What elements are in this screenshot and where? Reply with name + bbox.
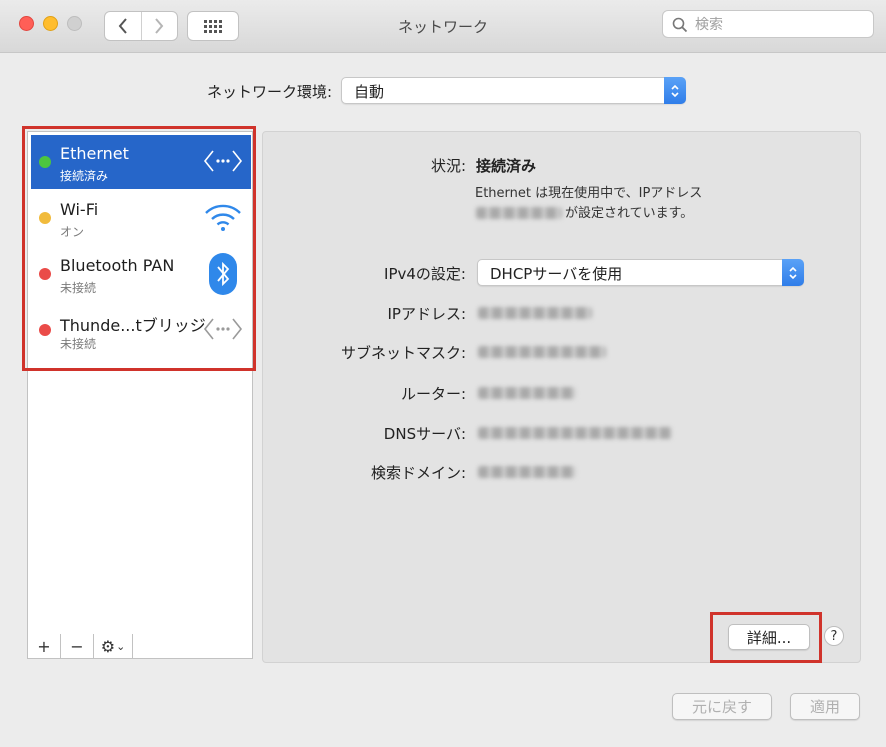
status-dot-icon (39, 268, 51, 280)
subnet-mask-label: サブネットマスク: (340, 344, 466, 362)
service-name: Bluetooth PAN (60, 256, 175, 275)
service-list-toolbar: + − ⚙ ⌄ (27, 634, 253, 659)
location-popup[interactable]: 自動 (341, 77, 686, 104)
redacted-dns-server (478, 427, 672, 439)
chevron-down-icon: ⌄ (116, 639, 126, 653)
router-label: ルーター: (400, 385, 466, 403)
bluetooth-icon (209, 253, 237, 295)
location-value: 自動 (354, 83, 385, 101)
ipv4-label: IPv4の設定: (384, 265, 466, 283)
popup-stepper-icon (782, 259, 804, 286)
ethernet-arrows-icon (203, 150, 243, 172)
redacted-router (478, 387, 576, 399)
service-name: Thunde...tブリッジ (60, 316, 206, 335)
service-list: Ethernet 接続済み Wi-Fi オン Bluetooth PAN 未接続 (27, 131, 253, 636)
remove-service-button[interactable]: − (61, 634, 94, 658)
service-status: オン (60, 225, 85, 239)
service-status: 未接続 (60, 281, 97, 295)
service-name: Ethernet (60, 144, 129, 163)
network-preferences-window: ネットワーク ネットワーク環境: 自動 Ethernet 接続済み (0, 0, 886, 747)
title-bar: ネットワーク (0, 0, 886, 53)
search-input[interactable] (693, 14, 867, 36)
advanced-button[interactable]: 詳細... (728, 624, 810, 650)
revert-button[interactable]: 元に戻す (672, 693, 772, 720)
search-icon (672, 17, 688, 33)
redacted-ip-address (478, 307, 592, 319)
gear-icon: ⚙ (100, 636, 116, 656)
service-status: 接続済み (60, 169, 109, 183)
popup-stepper-icon (664, 77, 686, 104)
search-field[interactable] (662, 10, 874, 38)
status-value: 接続済み (476, 157, 537, 175)
service-name: Wi-Fi (60, 200, 99, 219)
service-item-bluetooth-pan[interactable]: Bluetooth PAN 未接続 (31, 247, 251, 301)
redacted-subnet-mask (478, 346, 606, 358)
add-service-button[interactable]: + (28, 634, 61, 658)
service-item-wifi[interactable]: Wi-Fi オン (31, 191, 251, 245)
redacted-ip-inline (476, 207, 562, 219)
wifi-icon (205, 204, 241, 231)
ip-address-label: IPアドレス: (387, 305, 466, 323)
status-label: 状況: (430, 157, 466, 175)
search-domain-label: 検索ドメイン: (370, 464, 466, 482)
service-item-thunderbolt-bridge[interactable]: Thunde...tブリッジ 未接続 (31, 303, 251, 357)
location-label: ネットワーク環境: (206, 83, 332, 101)
status-note-line1: Ethernet は現在使用中で、IPアドレス (475, 186, 703, 201)
status-note-line2: が設定されています。 (565, 206, 694, 221)
bridge-arrows-icon (203, 318, 243, 340)
status-dot-icon (39, 212, 51, 224)
dns-server-label: DNSサーバ: (383, 425, 466, 443)
ipv4-config-popup[interactable]: DHCPサーバを使用 (477, 259, 804, 286)
ipv4-config-value: DHCPサーバを使用 (490, 265, 623, 283)
status-dot-icon (39, 324, 51, 336)
action-menu-button[interactable]: ⚙ ⌄ (94, 634, 133, 658)
service-item-ethernet[interactable]: Ethernet 接続済み (31, 135, 251, 189)
apply-button[interactable]: 適用 (790, 693, 860, 720)
service-status: 未接続 (60, 337, 97, 351)
help-button[interactable]: ? (824, 626, 844, 646)
redacted-search-domain (478, 466, 576, 478)
status-dot-icon (39, 156, 51, 168)
